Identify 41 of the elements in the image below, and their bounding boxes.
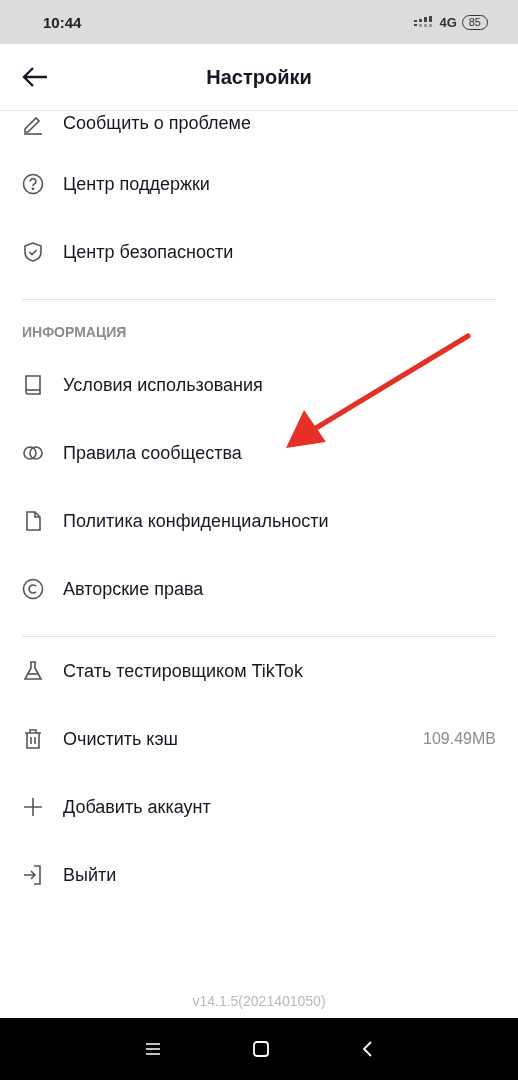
section-header: ИНФОРМАЦИЯ [22, 324, 127, 340]
settings-item[interactable]: Добавить аккаунт [0, 773, 518, 841]
version-text: v14.1.5(2021401050) [192, 993, 326, 1009]
settings-item[interactable]: Сообщить о проблеме [0, 111, 518, 150]
clock: 10:44 [43, 13, 82, 31]
book-icon [22, 374, 44, 396]
item-label: Условия использования [63, 374, 264, 396]
settings-item[interactable]: Политика конфиденциальности [0, 487, 518, 555]
settings-item[interactable]: Стать тестировщиком TikTok [0, 637, 518, 705]
flask-icon [22, 660, 44, 682]
item-label: Центр безопасности [63, 241, 235, 263]
settings-item[interactable]: Авторские права [0, 555, 518, 623]
item-label: Стать тестировщиком TikTok [63, 660, 304, 682]
signal-icon [414, 16, 435, 28]
back-icon[interactable] [361, 1041, 373, 1057]
settings-item[interactable]: Условия использования [0, 351, 518, 419]
plus-icon [22, 796, 44, 818]
shield-check-icon [22, 241, 44, 263]
settings-item[interactable]: Выйти [0, 841, 518, 909]
item-label: Политика конфиденциальности [63, 510, 330, 532]
settings-item[interactable]: Правила сообщества [0, 419, 518, 487]
item-label: Добавить аккаунт [63, 796, 212, 818]
settings-item[interactable]: Очистить кэш 109.49MB [0, 705, 518, 773]
network-type: 4G [439, 14, 457, 30]
settings-item[interactable]: Центр безопасности [0, 218, 518, 286]
item-label: Выйти [63, 864, 118, 886]
item-label: Очистить кэш [63, 728, 180, 750]
trash-icon [22, 728, 44, 750]
exit-icon [22, 864, 44, 886]
item-label: Авторские права [63, 578, 205, 600]
item-label: Сообщить о проблеме [63, 113, 252, 134]
question-icon [22, 173, 44, 195]
menu-icon[interactable] [145, 1042, 161, 1056]
copyright-icon [22, 578, 44, 600]
item-label: Правила сообщества [63, 442, 243, 464]
item-label: Центр поддержки [63, 173, 211, 195]
settings-item[interactable]: Центр поддержки [0, 150, 518, 218]
back-button[interactable] [22, 66, 48, 88]
cache-size: 109.49MB [423, 730, 496, 748]
home-icon[interactable] [253, 1041, 269, 1057]
page-title: Настройки [206, 65, 312, 89]
